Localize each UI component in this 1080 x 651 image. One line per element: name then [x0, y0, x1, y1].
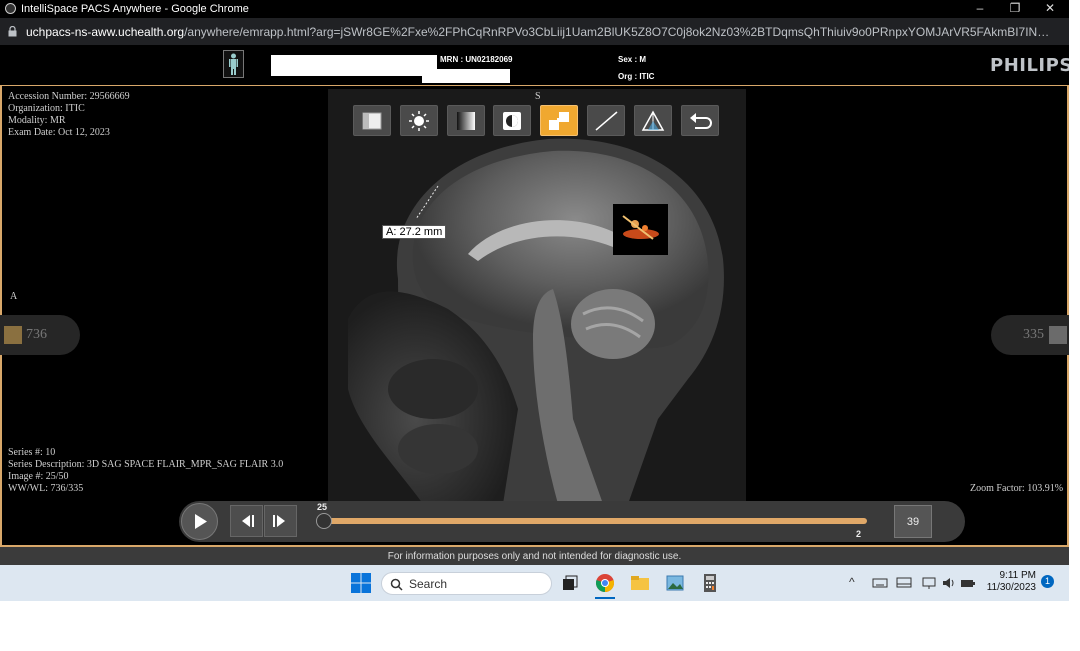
address-bar[interactable]: uchpacs-ns-aww.uchealth.org/anywhere/emr… [0, 18, 1069, 45]
calculator-icon[interactable] [700, 573, 720, 593]
step-forward-icon [273, 515, 285, 527]
measure-line-tool-button[interactable] [587, 105, 625, 136]
photos-app-icon[interactable] [665, 573, 685, 593]
sun-icon [1049, 326, 1067, 344]
clock-time: 9:11 PM [999, 570, 1037, 581]
keyboard-icon[interactable] [872, 575, 888, 591]
system-clock[interactable]: 9:11 PM 11/30/2023 [984, 570, 1036, 594]
window-width-level: WW/WL: 736/335 [8, 483, 84, 494]
contrast-icon [4, 326, 22, 344]
sex-label: Sex : M [618, 55, 647, 64]
invert-tool-button[interactable] [493, 105, 531, 136]
previous-frame-button[interactable] [230, 505, 263, 537]
current-frame-label: 25 [317, 502, 328, 512]
display-icon[interactable] [896, 575, 912, 591]
kayak-thumbnail [613, 204, 668, 255]
volume-icon[interactable] [941, 575, 957, 591]
brightness-icon [409, 111, 429, 131]
kayak-icon [622, 215, 659, 240]
invert-icon [503, 112, 521, 130]
clock-date: 11/30/2023 [986, 582, 1036, 593]
close-button[interactable]: ✕ [1035, 1, 1065, 17]
active-app-indicator [595, 597, 615, 599]
measurement-label[interactable]: A: 27.2 mm [382, 225, 447, 239]
frame-slider-handle[interactable] [316, 513, 332, 529]
search-icon [390, 578, 403, 591]
mri-sagittal-image[interactable] [328, 89, 746, 504]
windows-start-icon[interactable] [351, 573, 371, 593]
windows-taskbar: Search ^ 9:11 PM 11/30/2023 1 [0, 565, 1069, 601]
search-placeholder: Search [409, 577, 448, 591]
window-width-control[interactable]: 736 [0, 315, 80, 355]
philips-logo: PHILIPS [990, 55, 1073, 76]
patient-header: MRN : UN02182069 Sex : M Org : ITIC PHIL… [0, 45, 1072, 88]
angle-tool-button[interactable] [634, 105, 672, 136]
play-icon [195, 514, 207, 529]
url-path: /anywhere/emrapp.html?arg=jSWr8GE%2Fxe%2… [184, 25, 1056, 39]
restore-button[interactable]: ❐ [1000, 1, 1030, 17]
mrn-label: MRN : UN02182069 [440, 55, 513, 64]
minimize-button[interactable]: – [965, 1, 995, 17]
zoom-pan-tool-button[interactable] [540, 105, 578, 136]
step-back-icon [242, 515, 254, 527]
frame-slider-track[interactable] [321, 518, 867, 524]
disclaimer-text: For information purposes only and not in… [0, 547, 1069, 565]
lock-icon [8, 26, 17, 37]
zoom-pan-icon [549, 112, 569, 130]
window-level-value: 335 [1023, 327, 1044, 342]
gradient-tool-button[interactable] [447, 105, 485, 136]
url-text[interactable]: uchpacs-ns-aww.uchealth.org/anywhere/emr… [26, 25, 1056, 39]
window-title-bar: IntelliSpace PACS Anywhere - Google Chro… [0, 0, 1069, 18]
image-viewport[interactable]: Accession Number: 29566669 Organization:… [0, 85, 1071, 547]
gradient-icon [457, 112, 475, 130]
ruler-line-icon [595, 111, 618, 131]
brightness-tool-button[interactable] [400, 105, 438, 136]
next-frame-button[interactable] [264, 505, 297, 537]
task-view-icon[interactable] [560, 573, 580, 593]
play-button[interactable] [181, 503, 218, 540]
window-title: IntelliSpace PACS Anywhere - Google Chro… [21, 3, 249, 15]
modality: Modality: MR [8, 115, 66, 126]
angle-icon [641, 110, 665, 131]
series-description: Series Description: 3D SAG SPACE FLAIR_M… [8, 459, 284, 470]
accession-number: Accession Number: 29566669 [8, 91, 130, 102]
chrome-icon[interactable] [595, 573, 615, 593]
page-margin [1069, 0, 1080, 601]
layout-tool-button[interactable] [353, 105, 391, 136]
file-explorer-icon[interactable] [630, 573, 650, 593]
slider-end-label: 2 [856, 529, 862, 539]
network-icon[interactable] [921, 575, 937, 591]
organization: Organization: ITIC [8, 103, 85, 114]
redacted-patient-info [422, 69, 510, 83]
window-width-value: 736 [26, 327, 47, 342]
chrome-app-icon [5, 3, 16, 14]
taskbar-search[interactable]: Search [381, 572, 552, 595]
show-hidden-icons-chevron[interactable]: ^ [849, 575, 855, 589]
org-label: Org : ITIC [618, 72, 655, 81]
window-level-control[interactable]: 335 [991, 315, 1071, 355]
cine-control-bar: 25 2 39 [179, 501, 965, 542]
notification-badge[interactable]: 1 [1041, 575, 1054, 588]
orientation-left: A [10, 291, 18, 302]
patient-figure-icon[interactable] [223, 50, 244, 78]
battery-icon[interactable] [960, 575, 976, 591]
undo-icon [690, 113, 712, 129]
pacs-viewer-app: MRN : UN02182069 Sex : M Org : ITIC PHIL… [0, 45, 1072, 565]
redacted-patient-name [271, 55, 437, 76]
frame-rate-button[interactable]: 39 [894, 505, 932, 538]
study-info-overlay: Accession Number: 29566669 Organization:… [8, 91, 130, 139]
zoom-factor: Zoom Factor: 103.91% [970, 483, 1064, 494]
series-info-overlay: Series #: 10 Series Description: 3D SAG … [8, 447, 283, 495]
reset-tool-button[interactable] [681, 105, 719, 136]
layout-icon [362, 112, 382, 130]
image-number: Image #: 25/50 [8, 471, 69, 482]
exam-date: Exam Date: Oct 12, 2023 [8, 127, 110, 138]
series-number: Series #: 10 [8, 447, 56, 458]
orientation-top: S [535, 91, 541, 102]
url-host: uchpacs-ns-aww.uchealth.org [26, 25, 185, 39]
